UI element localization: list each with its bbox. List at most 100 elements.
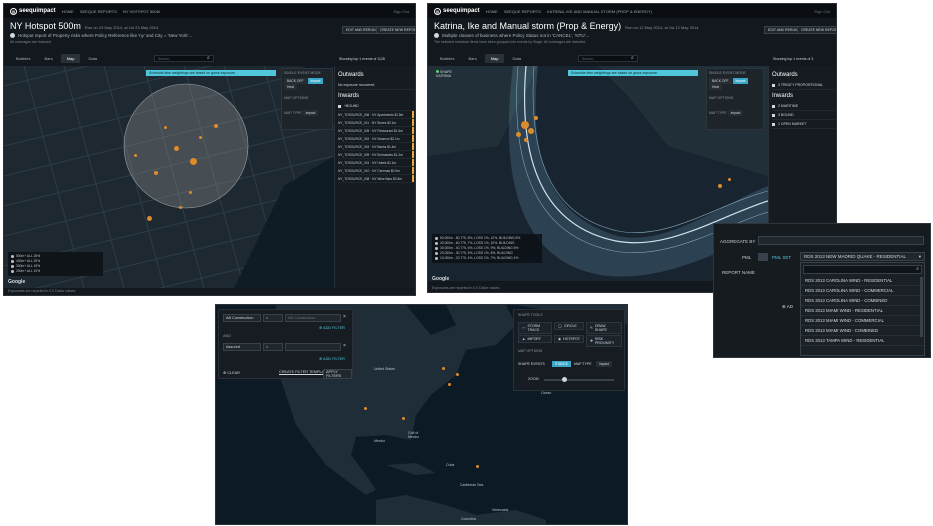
layer-selector[interactable]: SHAPE KATRINA [436,70,452,78]
search-input[interactable]: Search... [578,55,638,62]
tab-data[interactable]: Data [82,54,102,63]
dropdown-search[interactable]: ⌕ [803,265,922,274]
close-icon[interactable]: × [343,314,346,322]
nav-current[interactable]: KATRINA, IKE AND MANUAL STORM (PROP & EN… [547,9,652,14]
policy-item[interactable]: NY_TOSOURCE_009 · NY Embassies $1.2m [338,151,414,159]
dropdown-option[interactable]: RDS 2013 MIAMI WIND - COMMERCIAL [801,316,924,326]
map-type-select[interactable]: Impact [302,110,319,116]
map-type-select[interactable]: Impact [727,110,744,116]
risk-marker[interactable] [364,407,367,410]
add-filter-link[interactable]: ⊕ ADD FILTER [319,356,345,361]
dropdown-option[interactable]: RDS 2013 CAROLINA WIND - COMMERCIAL [801,286,924,296]
risk-marker[interactable] [164,126,167,129]
policy-item[interactable]: NY_TOSOURCE_011 · NY Stores $3.1m [338,119,414,127]
outwards-item[interactable]: 3 TREATY PROPORTIONAL [772,81,835,90]
heat-toggle[interactable]: Heat [709,84,722,90]
map-view[interactable]: Schedule item weightings are based on gr… [4,66,334,288]
filter1-operator[interactable]: = [263,314,283,322]
tab-bars[interactable]: Bars [38,54,58,63]
add-filter-link[interactable]: ⊕ ADD FILTER [319,325,345,330]
risk-marker[interactable] [516,132,521,137]
policy-item[interactable]: NY_TOSOURCE_006 · NY Apartments $1.5m [338,111,414,119]
risk-marker[interactable] [524,138,528,142]
clear-button[interactable]: ⊕ CLEAR [223,370,240,375]
dropdown-option[interactable]: RDS 2013 TAMPA WIND - RESIDENTIAL [801,336,924,346]
nav-home[interactable]: HOME [62,9,74,14]
risk-marker[interactable] [179,206,182,209]
storm-track-button[interactable]: 〰 STORM TRACK [518,322,552,334]
impact-toggle[interactable]: Impact [307,78,324,84]
policy-item[interactable]: NY_TOSOURCE_001 · NY Hotels $1.1m [338,159,414,167]
inwards-item[interactable]: 3 BOUND [772,111,835,120]
tab-map[interactable]: Map [60,54,81,63]
risk-marker[interactable] [528,128,534,134]
sign-out-link[interactable]: Sign Out [393,9,409,14]
edit-rerun-button[interactable]: EDIT AND RERUN [342,26,380,34]
map-type-select[interactable]: Impact [596,361,612,367]
app-logo[interactable]: ◎ seequimpact [10,7,56,15]
inwards-item[interactable]: 1 OPEN MARKET [772,120,835,129]
dropdown-option[interactable]: RDS 2013 CAROLINA WIND - COMBINED [801,296,924,306]
sign-out-link[interactable]: Sign Out [814,9,830,14]
risk-marker[interactable] [199,136,202,139]
apply-filters-button[interactable]: APPLY FILTERS [323,369,352,379]
filter2-value[interactable] [285,343,341,351]
risk-marker[interactable] [442,367,445,370]
risk-marker[interactable] [147,216,152,221]
policy-item[interactable]: NY_TOSOURCE_010 · NY Cinemas $0.9m [338,167,414,175]
edit-rerun-button[interactable]: EDIT AND RERUN [764,26,802,34]
close-icon[interactable]: × [343,343,346,351]
policy-item[interactable]: NY_TOSOURCE_002 · NY Museum $2.1m [338,135,414,143]
add-button[interactable]: ⊕ AD [782,304,793,310]
heat-toggle[interactable]: Heat [284,84,297,90]
app-logo[interactable]: ◎ seequimpact [434,7,480,15]
inwards-item[interactable]: +BOUND [338,102,414,111]
impact-toggle[interactable]: Impact [732,78,749,84]
tab-bubbles[interactable]: Bubbles [434,54,460,63]
outwards-item[interactable]: No exposure recovered [338,81,414,90]
policy-item[interactable]: NY_TOSOURCE_008 · NY Wine Bars $0.8m [338,175,414,183]
dropdown-scrollbar[interactable] [920,277,923,337]
create-report-button[interactable]: CREATE NEW REPORT [797,26,836,34]
filter1-field[interactable]: AB Construction [223,314,261,322]
risk-marker[interactable] [521,121,529,129]
nav-reports[interactable]: SEEQUE REPORTS [504,9,541,14]
zoom-slider[interactable] [544,377,614,382]
hotspot-button[interactable]: ◉ HOTSPOT [554,335,584,343]
risk-marker[interactable] [718,184,722,188]
search-icon[interactable]: ⌕ [631,55,634,61]
zoom-handle[interactable] [562,377,567,382]
tab-bars[interactable]: Bars [462,54,482,63]
risk-marker[interactable] [534,116,538,120]
draw-shape-button[interactable]: ✎ DRAW SHAPE [586,322,622,334]
dropdown-option[interactable]: RDS 2013 MIAMI WIND - RESIDENTIAL [801,306,924,316]
risk-marker[interactable] [402,417,405,420]
aggregate-by-field[interactable] [758,236,924,245]
search-input[interactable]: Search... [154,55,214,62]
pml-select[interactable]: RDS 2013 NEW MADRID QUAKE - RESIDENTIAL ▾ [800,252,925,261]
risk-marker[interactable] [456,373,459,376]
create-template-button[interactable]: CREATE FILTER TEMPLATE [279,370,329,374]
tab-data[interactable]: Data [506,54,526,63]
filter1-value[interactable]: AB Construction [285,314,341,322]
risk-marker[interactable] [190,158,197,165]
tab-bubbles[interactable]: Bubbles [10,54,36,63]
risk-marker[interactable] [214,124,218,128]
risk-marker[interactable] [154,171,158,175]
risk-proximity-button[interactable]: ✥ RISK PROXIMITY [586,335,622,347]
tab-map[interactable]: Map [484,54,505,63]
nav-current[interactable]: NY HOTSPOT 500M [123,9,160,14]
inwards-item[interactable]: 2 MARITIME [772,102,835,111]
search-icon[interactable]: ⌕ [207,55,210,61]
filter2-operator[interactable]: = [263,343,283,351]
create-report-button[interactable]: CREATE NEW REPORT [376,26,415,34]
circle-button[interactable]: ◯ CIRCLE [554,322,584,330]
filter2-field[interactable]: Assured [223,343,261,351]
dropdown-option[interactable]: RDS 2013 MIAMI WIND - COMBINED [801,326,924,336]
nav-reports[interactable]: SEEQUE REPORTS [80,9,117,14]
policy-item[interactable]: NY_TOSOURCE_005 · NY Restaurant $1.6m [338,127,414,135]
dropdown-option[interactable]: RDS 2013 CAROLINA WIND - RESIDENTIAL [801,276,924,286]
policy-item[interactable]: NY_TOSOURCE_003 · NY Banks $1.4m [338,143,414,151]
shape-events-toggle[interactable]: STANCE [552,361,572,367]
import-button[interactable]: ▲ IMPORT [518,335,552,343]
